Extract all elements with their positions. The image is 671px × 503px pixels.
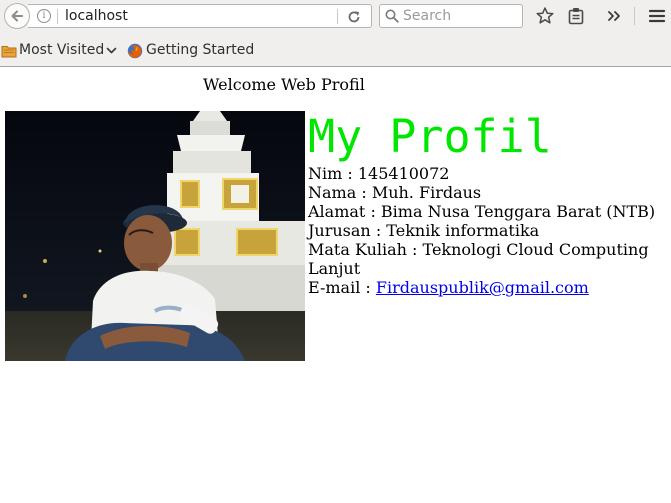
info-nim: Nim : 145410072: [308, 164, 450, 183]
reload-divider: [337, 9, 338, 24]
profile-photo-illustration: [5, 111, 305, 361]
bookmark-getting-started[interactable]: Getting Started: [146, 42, 254, 59]
search-input[interactable]: Search: [379, 4, 523, 28]
url-bar[interactable]: i localhost: [28, 4, 372, 28]
search-placeholder: Search: [403, 8, 452, 24]
folder-icon: [1, 46, 17, 58]
info-alamat: Alamat : Bima Nusa Tenggara Barat (NTB): [308, 202, 656, 221]
back-arrow-icon: [11, 10, 23, 22]
info-mata-kuliah: Mata Kuliah : Teknologi Cloud Computing …: [308, 240, 649, 278]
chevron-down-icon[interactable]: [106, 45, 117, 56]
navigation-toolbar: i localhost Search: [0, 0, 671, 33]
url-divider: [57, 9, 58, 24]
hamburger-menu-icon[interactable]: [648, 6, 666, 26]
page-content: Welcome Web Profil My Profil Nim: 14541…: [0, 68, 671, 503]
profile-title: My Profil: [308, 110, 552, 163]
bookmark-star-icon[interactable]: [535, 6, 555, 26]
reading-list-icon[interactable]: [567, 6, 585, 26]
overflow-chevron-icon[interactable]: [606, 6, 622, 26]
email-link[interactable]: Firdauspublik@gmail.com: [376, 278, 589, 297]
bookmarks-toolbar: Most Visited Getting Started: [0, 33, 671, 67]
url-text[interactable]: localhost: [65, 7, 128, 25]
search-icon: [385, 9, 399, 23]
info-nama: Nama : Muh. Firdaus: [308, 183, 482, 202]
reload-icon[interactable]: [346, 9, 362, 25]
info-email: E-mail : Firdauspublik@gmail.com: [308, 278, 671, 297]
firefox-icon: [127, 43, 143, 59]
back-button[interactable]: [4, 3, 30, 29]
site-info-icon[interactable]: i: [37, 9, 51, 23]
welcome-heading: Welcome Web Profil: [203, 75, 365, 94]
toolbar-divider: [634, 7, 635, 25]
info-jurusan: Jurusan : Teknik informatika: [308, 221, 540, 240]
profile-photo: [5, 111, 305, 361]
profile-details: My Profil Nim : 145410072 Nama : Muh. Fi…: [308, 110, 671, 297]
bookmark-most-visited[interactable]: Most Visited: [19, 42, 104, 59]
email-label: E-mail :: [308, 278, 376, 297]
